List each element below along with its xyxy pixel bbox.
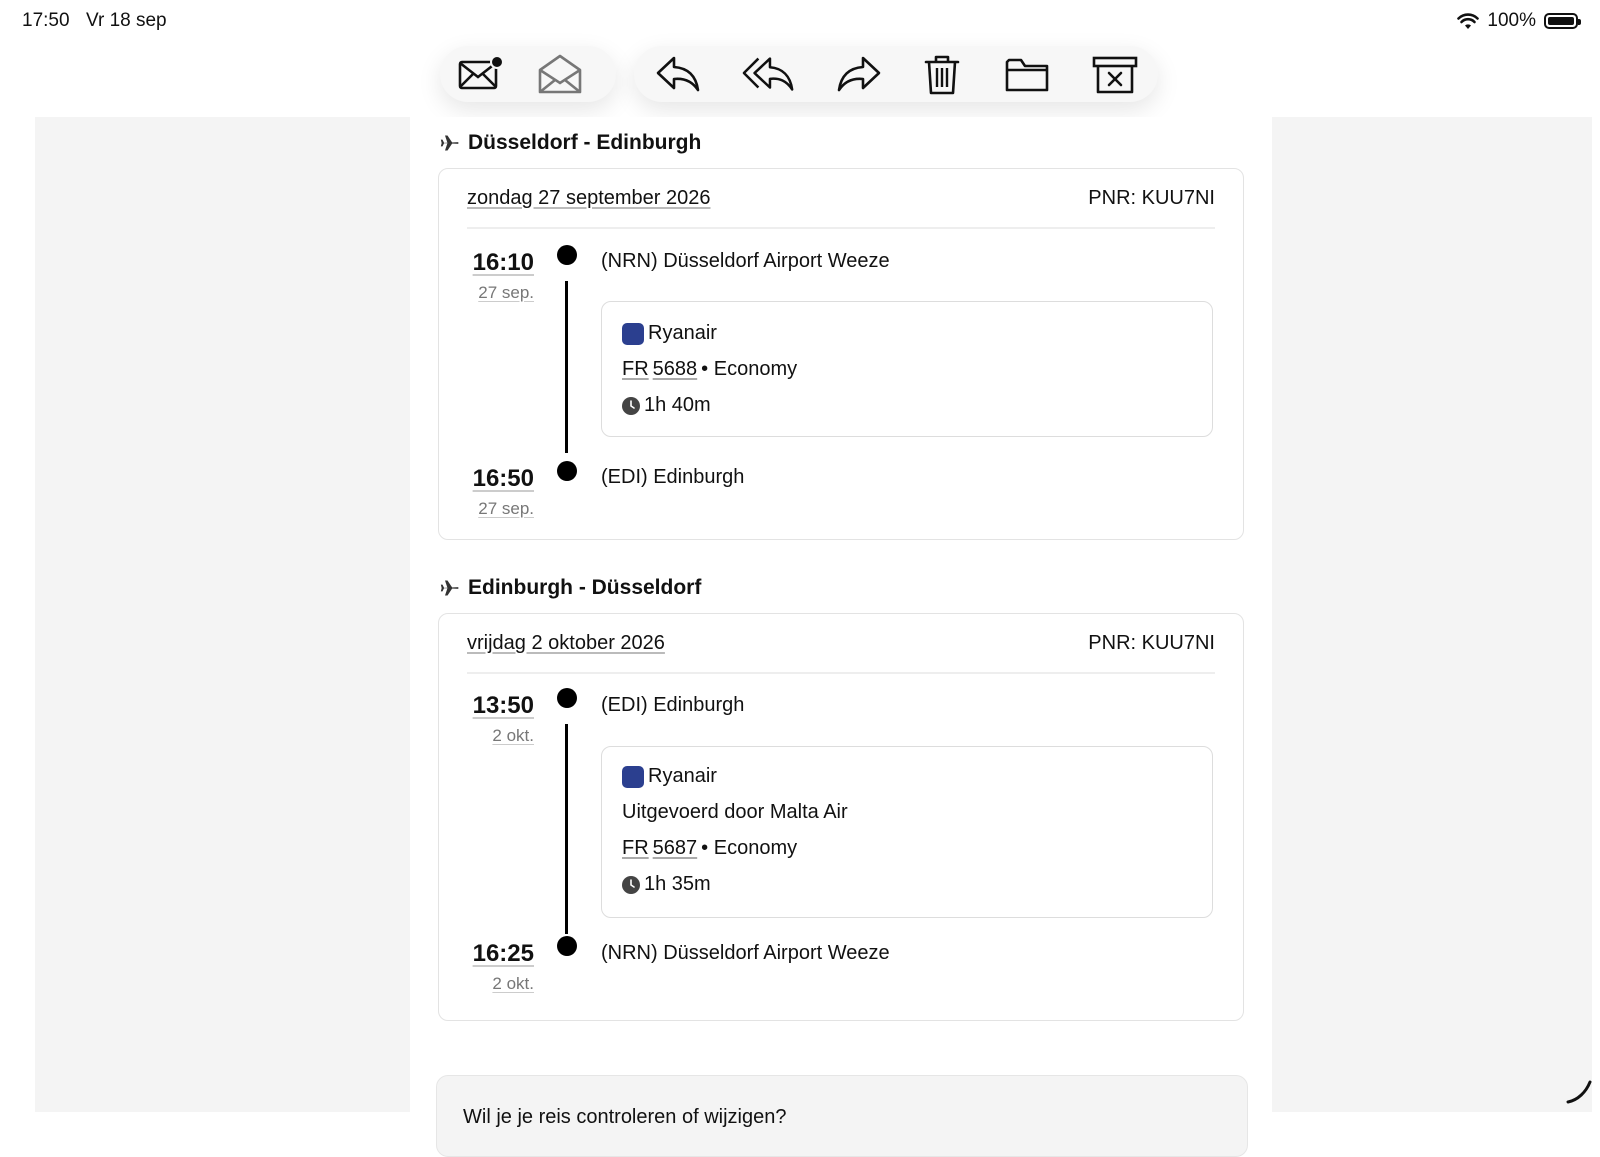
arrival-station: (EDI) Edinburgh xyxy=(601,466,745,488)
arrival-time[interactable]: 16:25 xyxy=(439,940,534,968)
flight-duration: 1h 40m xyxy=(644,394,711,416)
ryanair-logo-icon xyxy=(622,322,644,345)
left-margin xyxy=(35,117,410,1112)
pnr-code: PNR: KUU7NI xyxy=(1088,632,1215,654)
forward-icon xyxy=(837,56,881,92)
mark-unread-button[interactable] xyxy=(440,46,520,102)
arrival-station: (NRN) Düsseldorf Airport Weeze xyxy=(601,942,890,964)
clock-icon xyxy=(622,396,640,415)
departure-date[interactable]: 2 okt. xyxy=(439,726,534,746)
operated-by-row: Uitgevoerd door Malta Air xyxy=(622,801,848,824)
status-time: 17:50 xyxy=(22,10,70,31)
departure-station: (NRN) Düsseldorf Airport Weeze xyxy=(601,250,890,272)
duration-row: 1h 35m xyxy=(622,873,711,896)
ryanair-logo-icon xyxy=(622,765,644,788)
mark-read-button[interactable] xyxy=(520,46,600,102)
flight-details: Ryanair Uitgevoerd door Malta Air FR 568… xyxy=(601,746,1213,918)
timeline-dot xyxy=(557,936,577,956)
status-right: 100% xyxy=(1457,10,1581,32)
carrier-code[interactable]: FR xyxy=(622,837,649,860)
card-header: zondag 27 september 2026 PNR: KUU7NI xyxy=(467,169,1215,229)
trash-icon xyxy=(924,55,960,95)
airline-name: Ryanair xyxy=(648,322,717,344)
flight-card: vrijdag 2 oktober 2026 PNR: KUU7NI 13:50… xyxy=(438,613,1244,1021)
flight-number[interactable]: 5687 xyxy=(653,837,698,860)
junk-bin-icon xyxy=(1092,56,1138,94)
airline-row: Ryanair xyxy=(622,322,717,345)
toolbar-mail-status xyxy=(440,46,616,102)
flight-number-row: FR 5688 • Economy xyxy=(622,358,797,381)
delete-button[interactable] xyxy=(902,46,982,102)
status-bar: 17:50 Vr 18 sep 100% xyxy=(0,0,1600,44)
flight-card: zondag 27 september 2026 PNR: KUU7NI 16:… xyxy=(438,168,1244,540)
open-mail-icon xyxy=(538,54,582,94)
departure-time[interactable]: 16:10 xyxy=(439,249,534,277)
battery-icon xyxy=(1544,13,1581,29)
folder-icon xyxy=(1005,58,1049,92)
unread-mail-icon xyxy=(458,55,504,90)
airline-row: Ryanair xyxy=(622,765,717,788)
timeline-dot xyxy=(557,688,577,708)
leg-title-text: Düsseldorf - Edinburgh xyxy=(468,131,702,154)
junk-button[interactable] xyxy=(1072,46,1158,102)
timeline-dot xyxy=(557,461,577,481)
reply-all-icon xyxy=(742,57,794,91)
timeline-dot xyxy=(557,245,577,265)
departure-time[interactable]: 13:50 xyxy=(439,692,534,720)
leg-title: Düsseldorf - Edinburgh xyxy=(440,131,701,155)
flight-number-row: FR 5687 • Economy xyxy=(622,837,797,860)
card-date[interactable]: vrijdag 2 oktober 2026 xyxy=(467,632,665,655)
timeline-line xyxy=(565,281,568,453)
manage-trip-prompt: Wil je je reis controleren of wijzigen? xyxy=(463,1106,787,1128)
reply-icon xyxy=(656,56,700,92)
reply-all-button[interactable] xyxy=(722,46,816,102)
pnr-code: PNR: KUU7NI xyxy=(1088,187,1215,209)
carrier-code[interactable]: FR xyxy=(622,358,649,381)
operated-by: Uitgevoerd door Malta Air xyxy=(622,801,848,823)
departure-date[interactable]: 27 sep. xyxy=(439,283,534,303)
card-header: vrijdag 2 oktober 2026 PNR: KUU7NI xyxy=(467,614,1215,674)
move-to-folder-button[interactable] xyxy=(982,46,1072,102)
arrival-date[interactable]: 2 okt. xyxy=(439,974,534,994)
airplane-icon xyxy=(440,135,459,151)
flight-duration: 1h 35m xyxy=(644,873,711,895)
arrival-time[interactable]: 16:50 xyxy=(439,465,534,493)
forward-button[interactable] xyxy=(816,46,902,102)
flight-details: Ryanair FR 5688 • Economy 1h 40m xyxy=(601,301,1213,437)
battery-percent: 100% xyxy=(1487,10,1536,31)
right-margin xyxy=(1272,117,1592,1112)
wifi-icon xyxy=(1457,13,1480,29)
leg-title-text: Edinburgh - Düsseldorf xyxy=(468,576,702,599)
toolbar-actions xyxy=(634,46,1158,102)
cabin-class: • Economy xyxy=(701,358,798,380)
card-date[interactable]: zondag 27 september 2026 xyxy=(467,187,711,210)
clock-icon xyxy=(622,875,640,894)
arrival-date[interactable]: 27 sep. xyxy=(439,499,534,519)
status-date: Vr 18 sep xyxy=(86,10,167,31)
flight-number[interactable]: 5688 xyxy=(653,358,698,381)
timeline-line xyxy=(565,724,568,934)
airline-name: Ryanair xyxy=(648,765,717,787)
leg-title: Edinburgh - Düsseldorf xyxy=(440,576,701,600)
airplane-icon xyxy=(440,580,459,596)
duration-row: 1h 40m xyxy=(622,394,711,417)
departure-station: (EDI) Edinburgh xyxy=(601,694,745,716)
reply-button[interactable] xyxy=(634,46,722,102)
manage-trip-box: Wil je je reis controleren of wijzigen? xyxy=(436,1075,1248,1157)
mail-content[interactable]: Düsseldorf - Edinburgh zondag 27 septemb… xyxy=(410,117,1272,1157)
scroll-corner-icon xyxy=(1566,1080,1592,1104)
cabin-class: • Economy xyxy=(701,837,798,859)
